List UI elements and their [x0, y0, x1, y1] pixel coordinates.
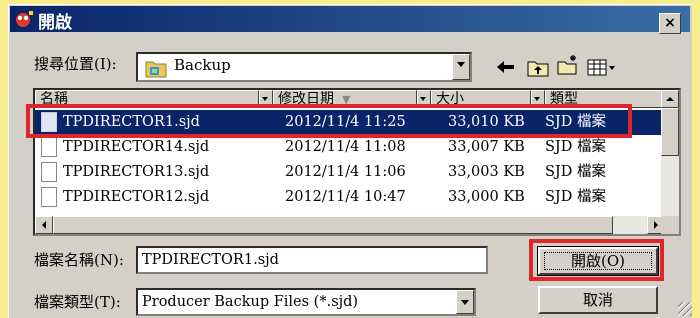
location-combo[interactable]: Backup — [136, 52, 472, 82]
title-bar[interactable]: 開啟 — [10, 6, 690, 33]
file-row[interactable]: TPDIRECTOR12.sjd 2012/11/4 10:47 33,000 … — [35, 185, 665, 210]
filename-field[interactable]: TPDIRECTOR1.sjd — [136, 246, 488, 274]
close-icon: × — [664, 15, 676, 31]
window-title: 開啟 — [38, 13, 72, 33]
cancel-button-label: 取消 — [582, 291, 613, 309]
folder-icon — [145, 61, 167, 78]
column-name-dropdown[interactable] — [259, 90, 273, 108]
file-size: 33,000 KB — [448, 189, 525, 205]
view-menu-icon[interactable] — [586, 56, 618, 78]
file-type: SJD 檔案 — [545, 139, 606, 155]
filetype-label: 檔案類型(T): — [34, 293, 121, 311]
chevron-down-icon — [262, 97, 268, 101]
chevron-down-icon — [420, 97, 426, 101]
hscroll-thumb[interactable] — [53, 216, 613, 234]
location-label: 搜尋位置(I): — [34, 55, 117, 73]
location-dropdown-button[interactable] — [452, 54, 470, 80]
column-header-modified-label: 修改日期 — [278, 91, 334, 107]
file-modified: 2012/11/4 11:06 — [285, 164, 406, 180]
scroll-corner — [661, 216, 679, 234]
chevron-down-icon — [534, 97, 540, 101]
file-name: TPDIRECTOR1.sjd — [63, 114, 200, 130]
arrow-left-icon — [42, 221, 46, 229]
filetype-dropdown-button[interactable] — [456, 290, 474, 314]
file-size: 33,003 KB — [448, 164, 525, 180]
new-folder-icon[interactable] — [556, 54, 580, 76]
chevron-down-icon — [457, 62, 465, 67]
focus-ring — [544, 252, 652, 270]
file-size: 33,007 KB — [448, 139, 525, 155]
back-arrow-icon[interactable] — [494, 56, 518, 78]
open-button[interactable]: 開啟(O) — [537, 246, 659, 276]
file-list[interactable]: 名稱 修改日期 ▼ 大小 類型 TPDIRECTOR1.sjd 2012/11/4… — [33, 88, 681, 236]
file-icon — [41, 112, 57, 132]
column-header-name[interactable]: 名稱 — [35, 90, 259, 108]
vertical-scrollbar[interactable] — [661, 90, 679, 216]
location-value: Backup — [174, 56, 231, 74]
column-header-modified[interactable]: 修改日期 ▼ — [273, 90, 417, 108]
filetype-value: Producer Backup Files (*.sjd) — [142, 294, 359, 310]
filetype-select[interactable]: Producer Backup Files (*.sjd) — [136, 288, 476, 316]
column-header-size[interactable]: 大小 — [431, 90, 531, 108]
file-name: TPDIRECTOR13.sjd — [63, 164, 210, 180]
sort-down-icon: ▼ — [342, 93, 351, 106]
file-type: SJD 檔案 — [545, 114, 606, 130]
file-modified: 2012/11/4 10:47 — [285, 189, 406, 205]
column-header-type[interactable]: 類型 — [545, 90, 665, 108]
app-icon — [16, 11, 33, 27]
file-icon — [41, 187, 57, 207]
file-row[interactable]: TPDIRECTOR1.sjd 2012/11/4 11:25 33,010 K… — [35, 110, 665, 135]
file-row[interactable]: TPDIRECTOR14.sjd 2012/11/4 11:08 33,007 … — [35, 135, 665, 160]
file-icon — [41, 137, 57, 157]
file-name: TPDIRECTOR12.sjd — [63, 189, 210, 205]
file-modified: 2012/11/4 11:08 — [285, 139, 406, 155]
resize-grip[interactable] — [678, 302, 692, 316]
column-size-dropdown[interactable] — [531, 90, 545, 108]
scroll-thumb[interactable] — [661, 108, 679, 156]
file-size: 33,010 KB — [448, 114, 525, 130]
scroll-left-button[interactable] — [35, 216, 53, 234]
up-folder-icon[interactable] — [526, 56, 550, 78]
file-icon — [41, 162, 57, 182]
file-type: SJD 檔案 — [545, 164, 606, 180]
file-modified: 2012/11/4 11:25 — [285, 114, 406, 130]
filename-label: 檔案名稱(N): — [34, 251, 124, 269]
chevron-down-icon — [461, 300, 469, 305]
file-type: SJD 檔案 — [545, 189, 606, 205]
cancel-button[interactable]: 取消 — [538, 286, 658, 314]
arrow-up-icon — [666, 97, 674, 101]
file-name: TPDIRECTOR14.sjd — [63, 139, 210, 155]
scroll-up-button[interactable] — [661, 90, 679, 108]
column-modified-dropdown[interactable] — [417, 90, 431, 108]
close-button[interactable]: × — [659, 13, 681, 34]
horizontal-scrollbar[interactable] — [35, 216, 665, 234]
file-row[interactable]: TPDIRECTOR13.sjd 2012/11/4 11:06 33,003 … — [35, 160, 665, 185]
